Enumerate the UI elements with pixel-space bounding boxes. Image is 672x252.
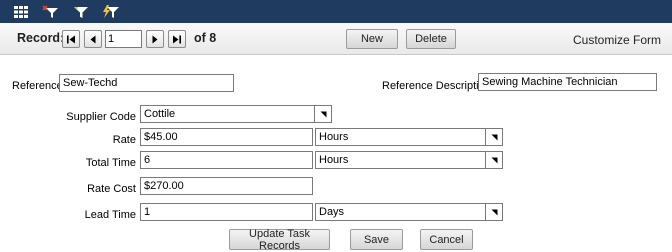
total-time-label: Total Time — [85, 157, 136, 169]
update-task-records-button[interactable]: Update Task Records — [229, 228, 330, 252]
first-record-icon — [67, 35, 75, 43]
total-time-unit-value: Hours — [319, 154, 349, 166]
total-time-value: 6 — [144, 154, 151, 166]
last-record-icon — [173, 35, 181, 43]
top-toolbar — [0, 0, 672, 23]
reference-description-label: Reference Description — [382, 80, 491, 92]
reference-value: Sew-Techd — [63, 77, 118, 89]
total-time-unit-select[interactable]: Hours — [315, 151, 503, 169]
record-number-input[interactable] — [105, 30, 142, 48]
first-record-button[interactable] — [62, 30, 80, 48]
rate-cost-label: Rate Cost — [87, 183, 136, 195]
filter-clear-icon[interactable] — [40, 3, 62, 21]
supplier-code-select[interactable]: Cottile — [140, 105, 332, 123]
last-record-button[interactable] — [168, 30, 186, 48]
dropdown-arrow-icon[interactable] — [485, 204, 502, 220]
rate-unit-select[interactable]: Hours — [315, 128, 503, 146]
delete-button[interactable]: Delete — [406, 29, 456, 49]
filter-lightning-icon[interactable] — [100, 3, 122, 21]
lead-time-label: Lead Time — [84, 209, 136, 221]
total-time-field[interactable]: 6 — [140, 151, 313, 169]
dropdown-arrow-icon[interactable] — [314, 106, 331, 122]
lead-time-field[interactable]: 1 — [140, 203, 313, 221]
reference-field[interactable]: Sew-Techd — [59, 74, 234, 92]
rate-cost-field[interactable]: $270.00 — [140, 177, 313, 195]
filter-icon[interactable] — [70, 3, 92, 21]
lead-time-unit-value: Days — [319, 206, 345, 218]
new-button[interactable]: New — [346, 29, 398, 49]
record-label: Record: — [17, 31, 65, 45]
rate-value: $45.00 — [144, 131, 178, 143]
customize-form-link[interactable]: Customize Form — [573, 33, 661, 47]
reference-description-value: Sewing Machine Technician — [482, 76, 618, 88]
rate-cost-value: $270.00 — [144, 180, 184, 192]
next-record-button[interactable] — [146, 30, 164, 48]
rate-label: Rate — [112, 134, 136, 146]
previous-record-button[interactable] — [84, 30, 102, 48]
grid-icon[interactable] — [10, 3, 32, 21]
dropdown-arrow-icon[interactable] — [485, 152, 502, 168]
previous-icon — [90, 35, 96, 43]
supplier-code-label: Supplier Code — [66, 111, 136, 123]
cancel-button[interactable]: Cancel — [420, 229, 473, 250]
record-nav-bar: Record: of 8 New Delete Customize Form — [0, 23, 672, 55]
reference-label: Reference — [12, 80, 63, 92]
lead-time-value: 1 — [144, 206, 151, 218]
reference-description-field[interactable]: Sewing Machine Technician — [478, 73, 657, 91]
supplier-code-value: Cottile — [144, 108, 176, 120]
rate-field[interactable]: $45.00 — [140, 128, 313, 146]
save-button[interactable]: Save — [350, 229, 403, 250]
lead-time-unit-select[interactable]: Days — [315, 203, 503, 221]
rate-unit-value: Hours — [319, 131, 349, 143]
dropdown-arrow-icon[interactable] — [485, 129, 502, 145]
record-count: of 8 — [194, 31, 217, 45]
next-icon — [152, 35, 158, 43]
